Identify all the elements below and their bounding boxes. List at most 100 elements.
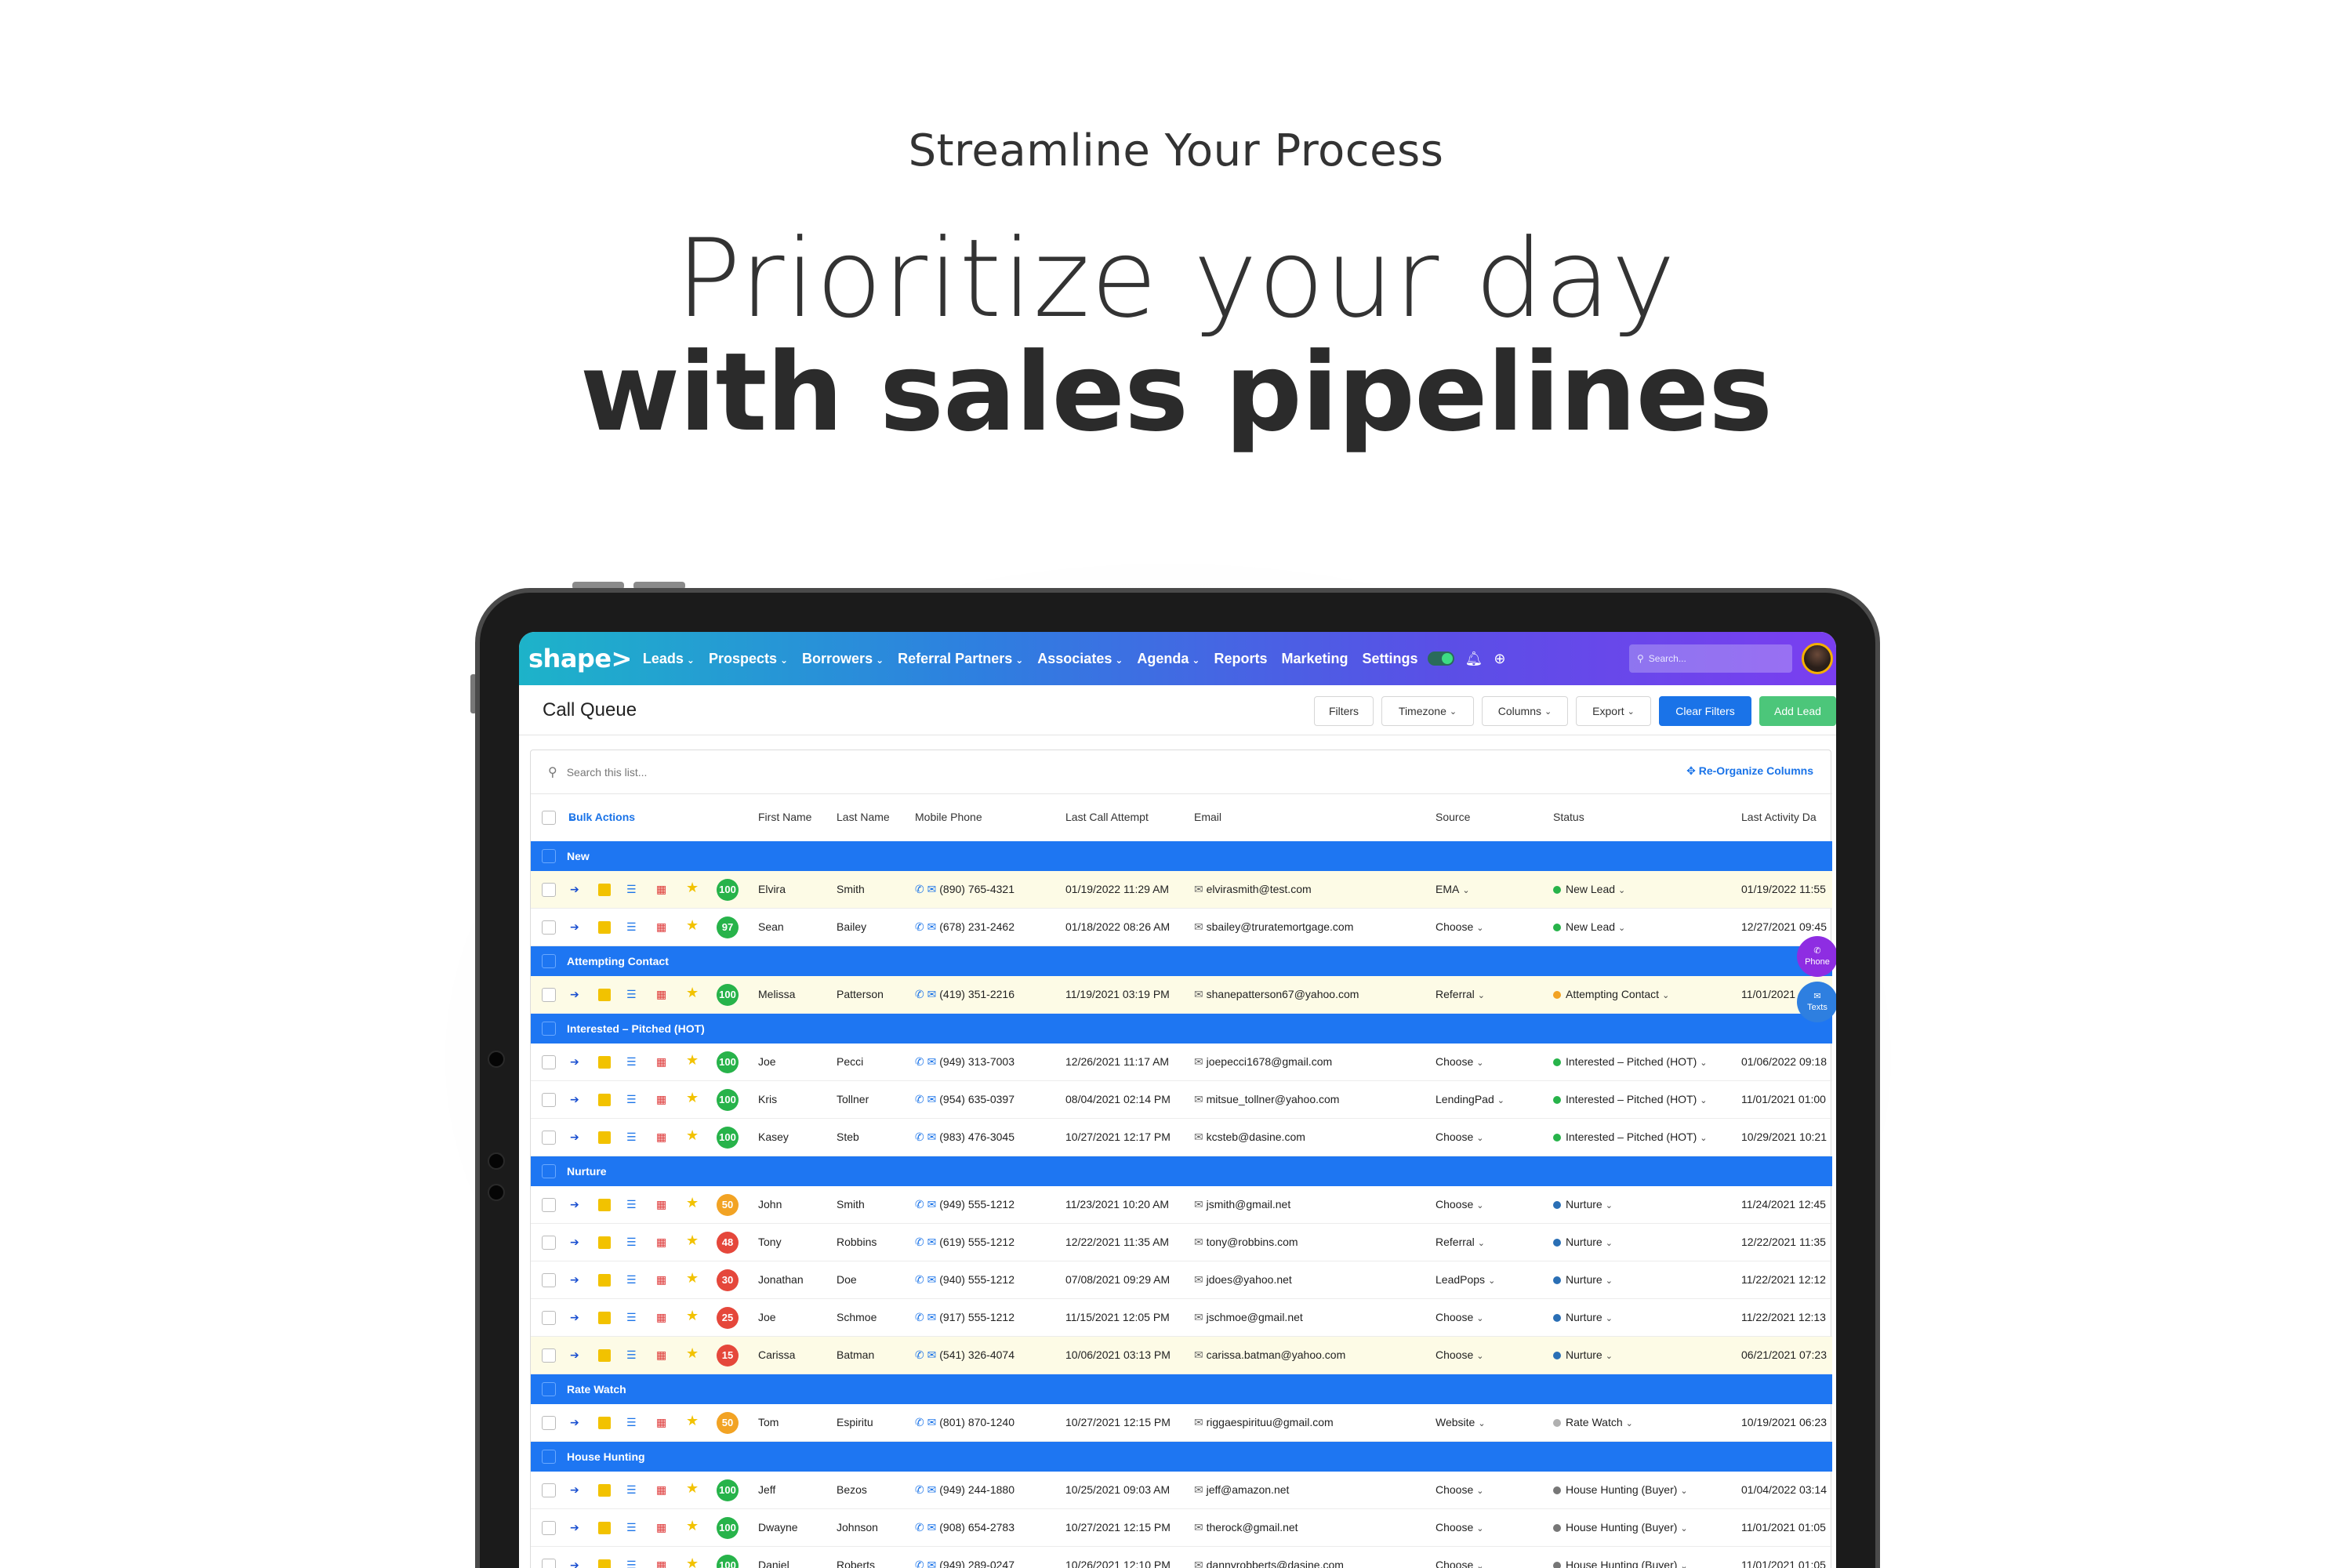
open-arrow-icon[interactable]: ➔ xyxy=(570,883,579,896)
group-header[interactable]: Attempting Contact xyxy=(531,946,1832,976)
tasks-icon[interactable]: ☰ xyxy=(626,883,637,896)
open-arrow-icon[interactable]: ➔ xyxy=(570,1131,579,1144)
open-arrow-icon[interactable]: ➔ xyxy=(570,1273,579,1287)
table-row[interactable]: ➔ ☰ ▦ ★ 100 Elvira Smith ✆ ✉ (890) 765-4321 01/1… xyxy=(531,871,1832,909)
source-dropdown[interactable]: Choose ⌄ xyxy=(1436,1348,1483,1361)
first-name[interactable]: Daniel xyxy=(758,1559,789,1568)
clear-filters-button[interactable]: Clear Filters xyxy=(1659,696,1751,726)
source-dropdown[interactable]: Choose ⌄ xyxy=(1436,1559,1483,1568)
table-row[interactable]: ➔ ☰ ▦ ★ 100 Dwayne Johnson ✆ ✉ (908) 654-2783 10… xyxy=(531,1509,1832,1547)
table-row[interactable]: ➔ ☰ ▦ ★ 97 Sean Bailey ✆ ✉ (678) 231-2462 01/18/… xyxy=(531,909,1832,946)
star-icon[interactable]: ★ xyxy=(686,1127,699,1144)
table-row[interactable]: ➔ ☰ ▦ ★ 15 Carissa Batman ✆ ✉ (541) 326-4074 10/… xyxy=(531,1337,1832,1374)
tasks-icon[interactable]: ☰ xyxy=(626,1483,637,1497)
table-row[interactable]: ➔ ☰ ▦ ★ 48 Tony Robbins ✆ ✉ (619) 555-1212 12/22… xyxy=(531,1224,1832,1261)
group-header[interactable]: Rate Watch xyxy=(531,1374,1832,1404)
email[interactable]: ✉ jschmoe@gmail.net xyxy=(1194,1311,1303,1324)
mobile-phone[interactable]: ✆ ✉ (949) 244-1880 xyxy=(915,1483,1014,1497)
nav-referral-partners[interactable]: Referral Partners ⌄ xyxy=(898,651,1023,667)
last-name[interactable]: Pecci xyxy=(837,1055,863,1068)
tasks-icon[interactable]: ☰ xyxy=(626,920,637,934)
calendar-icon[interactable]: ▦ xyxy=(656,1348,666,1362)
source-dropdown[interactable]: Referral ⌄ xyxy=(1436,988,1485,1000)
note-icon[interactable] xyxy=(598,1094,611,1106)
calendar-icon[interactable]: ▦ xyxy=(656,1416,666,1429)
last-name[interactable]: Tollner xyxy=(837,1093,869,1105)
star-icon[interactable]: ★ xyxy=(686,1052,699,1069)
email[interactable]: ✉ kcsteb@dasine.com xyxy=(1194,1131,1305,1144)
status-dropdown[interactable]: Interested – Pitched (HOT) ⌄ xyxy=(1553,1131,1708,1143)
nav-marketing[interactable]: Marketing xyxy=(1282,651,1348,667)
note-icon[interactable] xyxy=(598,1522,611,1534)
mobile-phone[interactable]: ✆ ✉ (619) 555-1212 xyxy=(915,1236,1014,1249)
row-checkbox[interactable] xyxy=(542,1483,556,1497)
last-name[interactable]: Robbins xyxy=(837,1236,877,1248)
note-icon[interactable] xyxy=(598,1417,611,1429)
group-header[interactable]: Interested – Pitched (HOT) xyxy=(531,1014,1832,1044)
shape-logo[interactable]: shape> xyxy=(528,644,632,673)
phone-icon[interactable]: ✆ xyxy=(915,1559,924,1568)
chat-icon[interactable]: ✉ xyxy=(927,1055,937,1068)
star-icon[interactable]: ★ xyxy=(686,1345,699,1362)
first-name[interactable]: Jeff xyxy=(758,1483,775,1496)
calendar-icon[interactable]: ▦ xyxy=(656,1055,666,1069)
star-icon[interactable]: ★ xyxy=(686,1518,699,1534)
chat-icon[interactable]: ✉ xyxy=(927,1416,937,1428)
group-header[interactable]: Nurture xyxy=(531,1156,1832,1186)
group-checkbox[interactable] xyxy=(542,1164,556,1178)
chat-icon[interactable]: ✉ xyxy=(927,1483,937,1496)
status-dropdown[interactable]: Attempting Contact ⌄ xyxy=(1553,988,1669,1000)
open-arrow-icon[interactable]: ➔ xyxy=(570,988,579,1001)
source-dropdown[interactable]: Choose ⌄ xyxy=(1436,1483,1483,1496)
row-checkbox[interactable] xyxy=(542,1416,556,1430)
star-icon[interactable]: ★ xyxy=(686,985,699,1001)
mobile-phone[interactable]: ✆ ✉ (908) 654-2783 xyxy=(915,1521,1014,1534)
last-name[interactable]: Patterson xyxy=(837,988,884,1000)
col-last-name[interactable]: Last Name xyxy=(837,811,890,823)
chat-icon[interactable]: ✉ xyxy=(927,1273,937,1286)
export-dropdown[interactable]: Export ⌄ xyxy=(1576,696,1651,726)
last-name[interactable]: Steb xyxy=(837,1131,859,1143)
star-icon[interactable]: ★ xyxy=(686,1413,699,1429)
status-dropdown[interactable]: Nurture ⌄ xyxy=(1553,1273,1613,1286)
open-arrow-icon[interactable]: ➔ xyxy=(570,1416,579,1429)
chat-icon[interactable]: ✉ xyxy=(927,1236,937,1248)
first-name[interactable]: Tom xyxy=(758,1416,779,1428)
nav-leads[interactable]: Leads ⌄ xyxy=(643,651,695,667)
table-row[interactable]: ➔ ☰ ▦ ★ 100 Jeff Bezos ✆ ✉ (949) 244-1880 10/25/… xyxy=(531,1472,1832,1509)
last-name[interactable]: Smith xyxy=(837,1198,865,1210)
last-name[interactable]: Espiritu xyxy=(837,1416,873,1428)
last-name[interactable]: Batman xyxy=(837,1348,874,1361)
col-status[interactable]: Status xyxy=(1553,811,1584,823)
phone-icon[interactable]: ✆ xyxy=(915,1348,924,1361)
phone-icon[interactable]: ✆ xyxy=(915,1236,924,1248)
row-checkbox[interactable] xyxy=(542,1311,556,1325)
phone-icon[interactable]: ✆ xyxy=(915,988,924,1000)
phone-icon[interactable]: ✆ xyxy=(915,1131,924,1143)
group-header[interactable]: New xyxy=(531,841,1832,871)
columns-dropdown[interactable]: Columns ⌄ xyxy=(1482,696,1568,726)
first-name[interactable]: Joe xyxy=(758,1055,776,1068)
mobile-phone[interactable]: ✆ ✉ (419) 351-2216 xyxy=(915,988,1014,1001)
calendar-icon[interactable]: ▦ xyxy=(656,1559,666,1568)
calendar-icon[interactable]: ▦ xyxy=(656,1131,666,1144)
note-icon[interactable] xyxy=(598,1484,611,1497)
nav-reports[interactable]: Reports xyxy=(1214,651,1267,667)
note-icon[interactable] xyxy=(598,1131,611,1144)
chat-icon[interactable]: ✉ xyxy=(927,1311,937,1323)
calendar-icon[interactable]: ▦ xyxy=(656,1093,666,1106)
calendar-icon[interactable]: ▦ xyxy=(656,1483,666,1497)
source-dropdown[interactable]: Referral ⌄ xyxy=(1436,1236,1485,1248)
add-circle-icon[interactable]: ⊕ xyxy=(1494,651,1505,667)
availability-toggle[interactable] xyxy=(1427,652,1454,666)
mobile-phone[interactable]: ✆ ✉ (949) 289-0247 xyxy=(915,1559,1014,1568)
status-dropdown[interactable]: House Hunting (Buyer) ⌄ xyxy=(1553,1559,1688,1568)
mobile-phone[interactable]: ✆ ✉ (983) 476-3045 xyxy=(915,1131,1014,1144)
phone-icon[interactable]: ✆ xyxy=(915,1273,924,1286)
last-name[interactable]: Schmoe xyxy=(837,1311,877,1323)
filters-button[interactable]: Filters xyxy=(1314,696,1374,726)
row-checkbox[interactable] xyxy=(542,1521,556,1535)
calendar-icon[interactable]: ▦ xyxy=(656,1521,666,1534)
row-checkbox[interactable] xyxy=(542,1273,556,1287)
source-dropdown[interactable]: Choose ⌄ xyxy=(1436,1198,1483,1210)
